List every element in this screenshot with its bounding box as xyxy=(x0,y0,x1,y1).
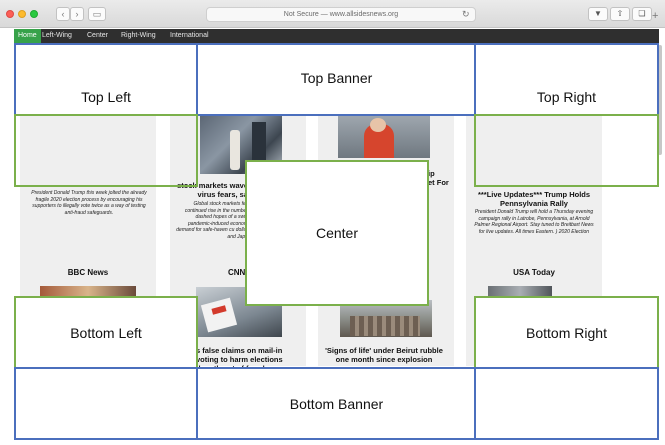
reload-icon[interactable]: ↻ xyxy=(462,7,470,22)
nav-item-left-wing[interactable]: Left-Wing xyxy=(42,29,72,43)
nav-item-international[interactable]: International xyxy=(170,29,209,43)
close-window-button[interactable] xyxy=(6,10,14,18)
nav-item-home[interactable]: Home xyxy=(14,29,41,43)
source-label-usa-today[interactable]: USA Today xyxy=(466,268,602,277)
top-right-content-frame xyxy=(474,114,659,187)
nav-item-right-wing[interactable]: Right-Wing xyxy=(121,29,156,43)
site-nav: Home Left-Wing Center Right-Wing Interna… xyxy=(14,29,659,43)
address-bar[interactable]: Not Secure — www.allsidesnews.org xyxy=(206,7,476,22)
minimize-window-button[interactable] xyxy=(18,10,26,18)
politician-photo[interactable] xyxy=(338,116,430,158)
top-banner-label: Top Banner xyxy=(300,70,373,86)
bottom-right-label: Bottom Right xyxy=(526,324,607,341)
forward-icon[interactable]: › xyxy=(70,7,84,21)
bottom-banner-region: Bottom Banner xyxy=(14,367,659,440)
bottom-left-label-text: Bottom Left xyxy=(70,324,142,341)
article-blurb-1: President Donald Trump this week jolted … xyxy=(31,190,147,216)
back-icon[interactable]: ‹ xyxy=(56,7,70,21)
bottom-banner-divider-right xyxy=(474,367,476,440)
top-left-region: Top Left xyxy=(14,43,198,116)
top-left-label: Top Left xyxy=(81,88,131,105)
article-headline-3b[interactable]: et For xyxy=(428,178,458,187)
sidebar-icon[interactable]: ▭ xyxy=(88,7,106,21)
top-right-region: Top Right xyxy=(474,43,659,116)
nav-item-center[interactable]: Center xyxy=(87,29,108,43)
article-headline-3a[interactable]: ip xyxy=(428,169,448,178)
center-label: Center xyxy=(315,225,359,241)
center-region: Center xyxy=(245,160,429,306)
bottom-banner-divider-left xyxy=(196,367,198,440)
bottom-right-region: Bottom Right xyxy=(474,296,659,369)
source-label-bbc[interactable]: BBC News xyxy=(20,268,156,277)
top-banner-label-box: Top Banner xyxy=(197,43,476,116)
browser-titlebar: ‹ › ▭ Not Secure — www.allsidesnews.org … xyxy=(0,0,665,28)
article-blurb-2: Global stock markets fell continued rise… xyxy=(176,201,248,240)
new-tab-icon[interactable]: + xyxy=(652,11,658,22)
top-right-label: Top Right xyxy=(536,88,597,105)
top-left-content-frame xyxy=(14,114,198,187)
bottom-banner-label: Bottom Banner xyxy=(289,395,384,412)
zoom-window-button[interactable] xyxy=(30,10,38,18)
article-blurb-4: President Donald Trump will hold a Thurs… xyxy=(474,209,594,235)
bottom-left-frame: Bottom Left xyxy=(14,296,198,369)
share-icon[interactable]: ⇧ xyxy=(610,7,630,21)
download-icon[interactable]: ▼ xyxy=(588,7,608,21)
article-headline-4[interactable]: ***Live Updates*** Trump Holds Pennsylva… xyxy=(470,190,598,208)
tabs-icon[interactable]: ❏ xyxy=(632,7,652,21)
article-headline-bottom-3[interactable]: 'Signs of life' under Beirut rubble one … xyxy=(318,346,450,364)
